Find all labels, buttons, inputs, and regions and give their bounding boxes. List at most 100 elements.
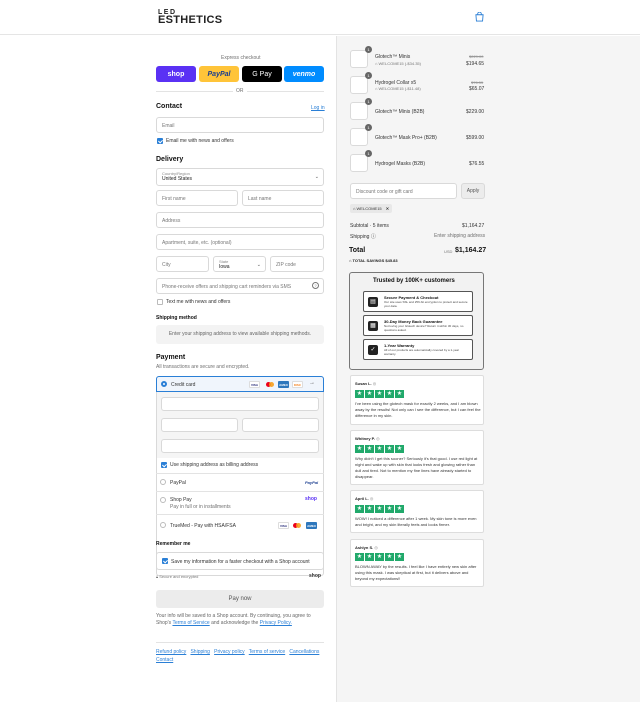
zip-field[interactable]: ZIP code <box>270 256 324 272</box>
amex-icon: AMEX <box>306 522 317 529</box>
savings-label: TOTAL SAVINGS <box>352 258 385 263</box>
venmo-button[interactable]: venmo <box>284 66 324 82</box>
item-price: $229.00 <box>466 109 485 115</box>
google-pay-button-label: G Pay <box>252 70 272 78</box>
terms-of-service-link[interactable]: Terms of Service <box>172 620 209 626</box>
divider <box>156 491 324 492</box>
truemed-radio[interactable] <box>160 522 166 528</box>
refund-policy-link[interactable]: Refund policy <box>156 649 186 655</box>
newsletter-label: Email me with news and offers <box>166 138 234 144</box>
reviewer-name-text: Whitney P. <box>355 436 375 441</box>
star-rating: ★ ★ ★ ★ ★ <box>355 505 404 513</box>
item-price: $65.07 <box>469 86 485 92</box>
privacy-policy-link[interactable]: Privacy Policy. <box>260 620 292 626</box>
state-select[interactable]: State Iowa ⌄ <box>213 256 266 272</box>
terms-of-service-footer-link[interactable]: Terms of service <box>249 649 285 655</box>
shipping-value: Enter shipping address <box>434 233 486 239</box>
card-number-field[interactable] <box>161 397 319 411</box>
quantity-badge: 1 <box>365 46 372 53</box>
subtotal-label: Subtotal · 5 items <box>350 223 389 229</box>
city-field[interactable]: City <box>156 256 209 272</box>
contact-link[interactable]: Contact <box>156 657 173 663</box>
privacy-policy-footer-link[interactable]: Privacy policy <box>214 649 245 655</box>
item-discount-text: WELCOME15 (-$11.48) <box>378 86 421 91</box>
secure-note-text: Secure and encrypted <box>159 574 199 579</box>
product-thumbnail <box>350 154 368 172</box>
savings-value: $45.83 <box>385 258 398 263</box>
card-cvv-field[interactable] <box>242 418 319 432</box>
state-value: Iowa <box>219 264 230 270</box>
express-checkout-title: Express checkout <box>221 55 261 61</box>
contact-title: Contact <box>156 103 183 110</box>
calendar-icon: ▦ <box>368 321 378 331</box>
country-select[interactable]: Country/Region United States ⌄ <box>156 168 324 186</box>
divider <box>156 514 324 515</box>
mastercard-icon <box>265 381 276 388</box>
terms-and: and acknowledge the <box>211 620 259 626</box>
logo-bottom: ESTHETICS <box>158 14 223 26</box>
shipping-label-text: Shipping <box>350 234 370 240</box>
shop-logo: shop <box>309 573 321 579</box>
shop-pay-label: Shop Pay <box>170 497 192 503</box>
terms-text: Your info will be saved to a Shop accoun… <box>156 613 326 627</box>
applied-code-tag: ⌂ WELCOME15 ✕ <box>350 204 393 213</box>
verified-icon: ◎ <box>374 545 378 550</box>
address-field[interactable]: Address <box>156 212 324 228</box>
login-link[interactable]: Log in <box>311 105 325 111</box>
card-name-field[interactable] <box>161 439 319 453</box>
total-value: $1,164.27 <box>455 247 487 254</box>
reviewer-name: Susan L. ◎ <box>355 381 376 386</box>
reviewer-name-text: Susan L. <box>355 381 372 386</box>
paypal-radio[interactable] <box>160 479 166 485</box>
pay-now-button[interactable]: Pay now <box>156 590 324 608</box>
footer-links: Refund policy Shipping Privacy policy Te… <box>156 648 326 664</box>
verified-icon: ◎ <box>376 436 380 441</box>
paypal-button[interactable]: PayPal <box>199 66 239 82</box>
billing-same-checkbox[interactable] <box>161 462 167 468</box>
shipping-link[interactable]: Shipping <box>190 649 209 655</box>
brand-logo[interactable]: LED ESTHETICS <box>158 8 223 26</box>
shop-pay-sublabel: Pay in full or in installments <box>170 504 231 510</box>
item-discount: ⌂ WELCOME15 (-$34.35) <box>375 61 421 66</box>
shop-pay-logo: shop <box>305 496 317 502</box>
google-pay-button[interactable]: G Pay <box>242 66 282 82</box>
shop-pay-button[interactable]: shop <box>156 66 196 82</box>
item-name: Hydrogel Masks (B2B) <box>375 161 426 167</box>
save-info-checkbox[interactable] <box>162 558 168 564</box>
phone-placeholder: Phone-receive offers and shipping cart r… <box>162 284 292 290</box>
secure-note: 🔒︎ Secure and encrypted <box>156 574 198 579</box>
credit-card-option[interactable]: Credit card VISA AMEX DISC → <box>156 376 324 392</box>
discount-code-field[interactable]: Discount code or gift card <box>350 183 457 199</box>
review-text: WOW! I noticed a difference after 1 week… <box>355 516 477 527</box>
review-text: Why didn't I get this sooner? Seriously … <box>355 456 478 479</box>
cancellations-link[interactable]: Cancellations <box>289 649 319 655</box>
billing-same-label: Use shipping address as billing address <box>170 462 259 468</box>
payment-subtitle: All transactions are secure and encrypte… <box>156 364 250 370</box>
chevron-down-icon: ⌄ <box>314 174 319 180</box>
card-expiry-field[interactable] <box>161 418 238 432</box>
phone-field[interactable]: Phone-receive offers and shipping cart r… <box>156 278 324 294</box>
trust-box-text: Not loving your Glotech device? Return i… <box>384 324 464 332</box>
paypal-logo: PayPal <box>305 480 319 485</box>
country-value: United States <box>162 176 193 182</box>
review-card: Ashlyn S. ◎ ★ ★ ★ ★ ★ BLOWN AWAY by the resu… <box>350 539 484 587</box>
newsletter-checkbox[interactable] <box>157 138 163 144</box>
apply-button[interactable]: Apply <box>461 183 485 199</box>
email-field[interactable]: Email <box>156 117 324 133</box>
paypal-button-label: PayPal <box>207 70 231 78</box>
shop-pay-radio[interactable] <box>160 497 166 503</box>
chevron-down-icon: ⌄ <box>256 262 261 268</box>
apartment-field[interactable]: Apartment, suite, etc. (optional) <box>156 234 324 250</box>
remember-me-title: Remember me <box>156 541 191 547</box>
mastercard-icon <box>292 522 303 529</box>
sms-checkbox[interactable] <box>157 299 163 305</box>
remove-code-icon[interactable]: ✕ <box>386 206 389 211</box>
help-icon[interactable]: ? <box>312 282 319 289</box>
shopping-bag-icon[interactable] <box>475 12 484 22</box>
last-name-field[interactable]: Last name <box>242 190 324 206</box>
trust-box-secure: ▤ Secure Payment & Checkout Our site use… <box>363 291 473 312</box>
credit-card-radio[interactable] <box>161 381 167 387</box>
first-name-field[interactable]: First name <box>156 190 238 206</box>
review-card: Whitney P. ◎ ★ ★ ★ ★ ★ Why didn't I get this… <box>350 430 484 485</box>
reviewer-name: April L. ◎ <box>355 496 373 501</box>
